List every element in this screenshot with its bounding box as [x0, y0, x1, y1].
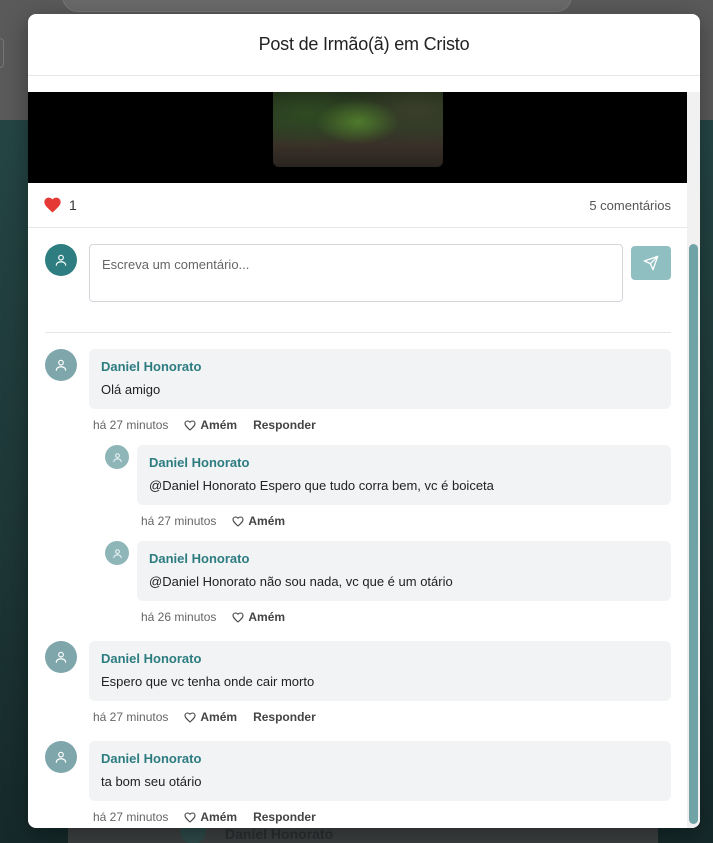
- comment-avatar[interactable]: [45, 741, 77, 773]
- comment-bubble: Daniel Honorato Espero que vc tenha onde…: [89, 641, 671, 701]
- reply-button[interactable]: Responder: [253, 710, 316, 724]
- comment-avatar[interactable]: [105, 445, 129, 469]
- comment-avatar[interactable]: [105, 541, 129, 565]
- heart-outline-icon: [184, 811, 196, 823]
- send-comment-button[interactable]: [631, 246, 671, 280]
- scrollbar-thumb[interactable]: [689, 244, 698, 824]
- comment-author[interactable]: Daniel Honorato: [101, 651, 659, 666]
- send-icon: [643, 255, 659, 271]
- comment-text: @Daniel Honorato não sou nada, vc que é …: [149, 574, 453, 589]
- comment-author[interactable]: Daniel Honorato: [101, 359, 659, 374]
- comment-time: há 27 minutos: [93, 710, 169, 724]
- background-search-bar: [62, 0, 572, 12]
- heart-outline-icon: [232, 515, 244, 527]
- comment-actions: há 27 minutos Amém Responder: [93, 710, 316, 724]
- comment-time: há 26 minutos: [141, 610, 217, 624]
- comment-time: há 27 minutos: [141, 514, 217, 528]
- comments-count[interactable]: 5 comentários: [589, 198, 671, 213]
- post-image[interactable]: [273, 92, 443, 167]
- user-avatar: [45, 244, 77, 276]
- amen-label: Amém: [200, 418, 238, 432]
- comment-bubble: Daniel Honorato ta bom seu otário: [89, 741, 671, 801]
- comment: Daniel Honorato Espero que vc tenha onde…: [45, 641, 671, 731]
- comment-reply: Daniel Honorato @Daniel Honorato Espero …: [105, 445, 671, 535]
- scrollbar-track[interactable]: [687, 92, 700, 828]
- comment-time: há 27 minutos: [93, 810, 169, 824]
- amen-button[interactable]: Amém: [184, 418, 237, 432]
- comment: Daniel Honorato ta bom seu otário há 27 …: [45, 741, 671, 828]
- comment-actions: há 27 minutos Amém Responder: [93, 810, 316, 824]
- comment-text: Olá amigo: [101, 382, 161, 397]
- comment-composer: [45, 244, 671, 324]
- background-button: [0, 38, 4, 68]
- comment-text: ta bom seu otário: [101, 774, 202, 789]
- background-author-name: Daniel Honorato: [225, 826, 334, 842]
- amen-label: Amém: [248, 610, 286, 624]
- user-icon: [55, 359, 67, 371]
- user-icon: [55, 254, 67, 266]
- heart-filled-icon[interactable]: [44, 197, 61, 213]
- amen-label: Amém: [248, 514, 286, 528]
- user-icon: [112, 548, 122, 558]
- user-icon: [112, 452, 122, 462]
- comment-avatar[interactable]: [45, 641, 77, 673]
- amen-button[interactable]: Amém: [184, 710, 237, 724]
- comment: Daniel Honorato Olá amigo há 27 minutos …: [45, 349, 671, 439]
- comment-input[interactable]: [89, 244, 623, 302]
- comment-time: há 27 minutos: [93, 418, 169, 432]
- amen-button[interactable]: Amém: [184, 810, 237, 824]
- modal-header: Post de Irmão(ã) em Cristo: [28, 14, 700, 76]
- user-icon: [55, 651, 67, 663]
- amen-button[interactable]: Amém: [232, 610, 285, 624]
- like-counter[interactable]: 1: [44, 197, 77, 213]
- amen-button[interactable]: Amém: [232, 514, 285, 528]
- like-count: 1: [69, 197, 77, 213]
- user-icon: [55, 751, 67, 763]
- post-media: [28, 92, 687, 183]
- comment-bubble: Daniel Honorato @Daniel Honorato não sou…: [137, 541, 671, 601]
- comment-author[interactable]: Daniel Honorato: [101, 751, 659, 766]
- divider: [45, 332, 671, 333]
- comment-text: Espero que vc tenha onde cair morto: [101, 674, 315, 689]
- comment-bubble: Daniel Honorato @Daniel Honorato Espero …: [137, 445, 671, 505]
- comment-actions: há 26 minutos Amém: [141, 610, 301, 624]
- reply-button[interactable]: Responder: [253, 418, 316, 432]
- heart-outline-icon: [184, 711, 196, 723]
- modal-title: Post de Irmão(ã) em Cristo: [258, 34, 470, 54]
- comment-bubble: Daniel Honorato Olá amigo: [89, 349, 671, 409]
- comment-actions: há 27 minutos Amém: [141, 514, 301, 528]
- comment-actions: há 27 minutos Amém Responder: [93, 418, 316, 432]
- comments-section: Daniel Honorato Olá amigo há 27 minutos …: [28, 228, 687, 828]
- comment-reply: Daniel Honorato @Daniel Honorato não sou…: [105, 541, 671, 631]
- comment-author[interactable]: Daniel Honorato: [149, 455, 659, 470]
- amen-label: Amém: [200, 710, 238, 724]
- reply-button[interactable]: Responder: [253, 810, 316, 824]
- heart-outline-icon: [232, 611, 244, 623]
- comment-text: @Daniel Honorato Espero que tudo corra b…: [149, 478, 494, 493]
- heart-outline-icon: [184, 419, 196, 431]
- amen-label: Amém: [200, 810, 238, 824]
- post-modal: Post de Irmão(ã) em Cristo 1 5 comentári…: [28, 14, 700, 828]
- post-stats: 1 5 comentários: [28, 183, 687, 228]
- comment-avatar[interactable]: [45, 349, 77, 381]
- comment-author[interactable]: Daniel Honorato: [149, 551, 659, 566]
